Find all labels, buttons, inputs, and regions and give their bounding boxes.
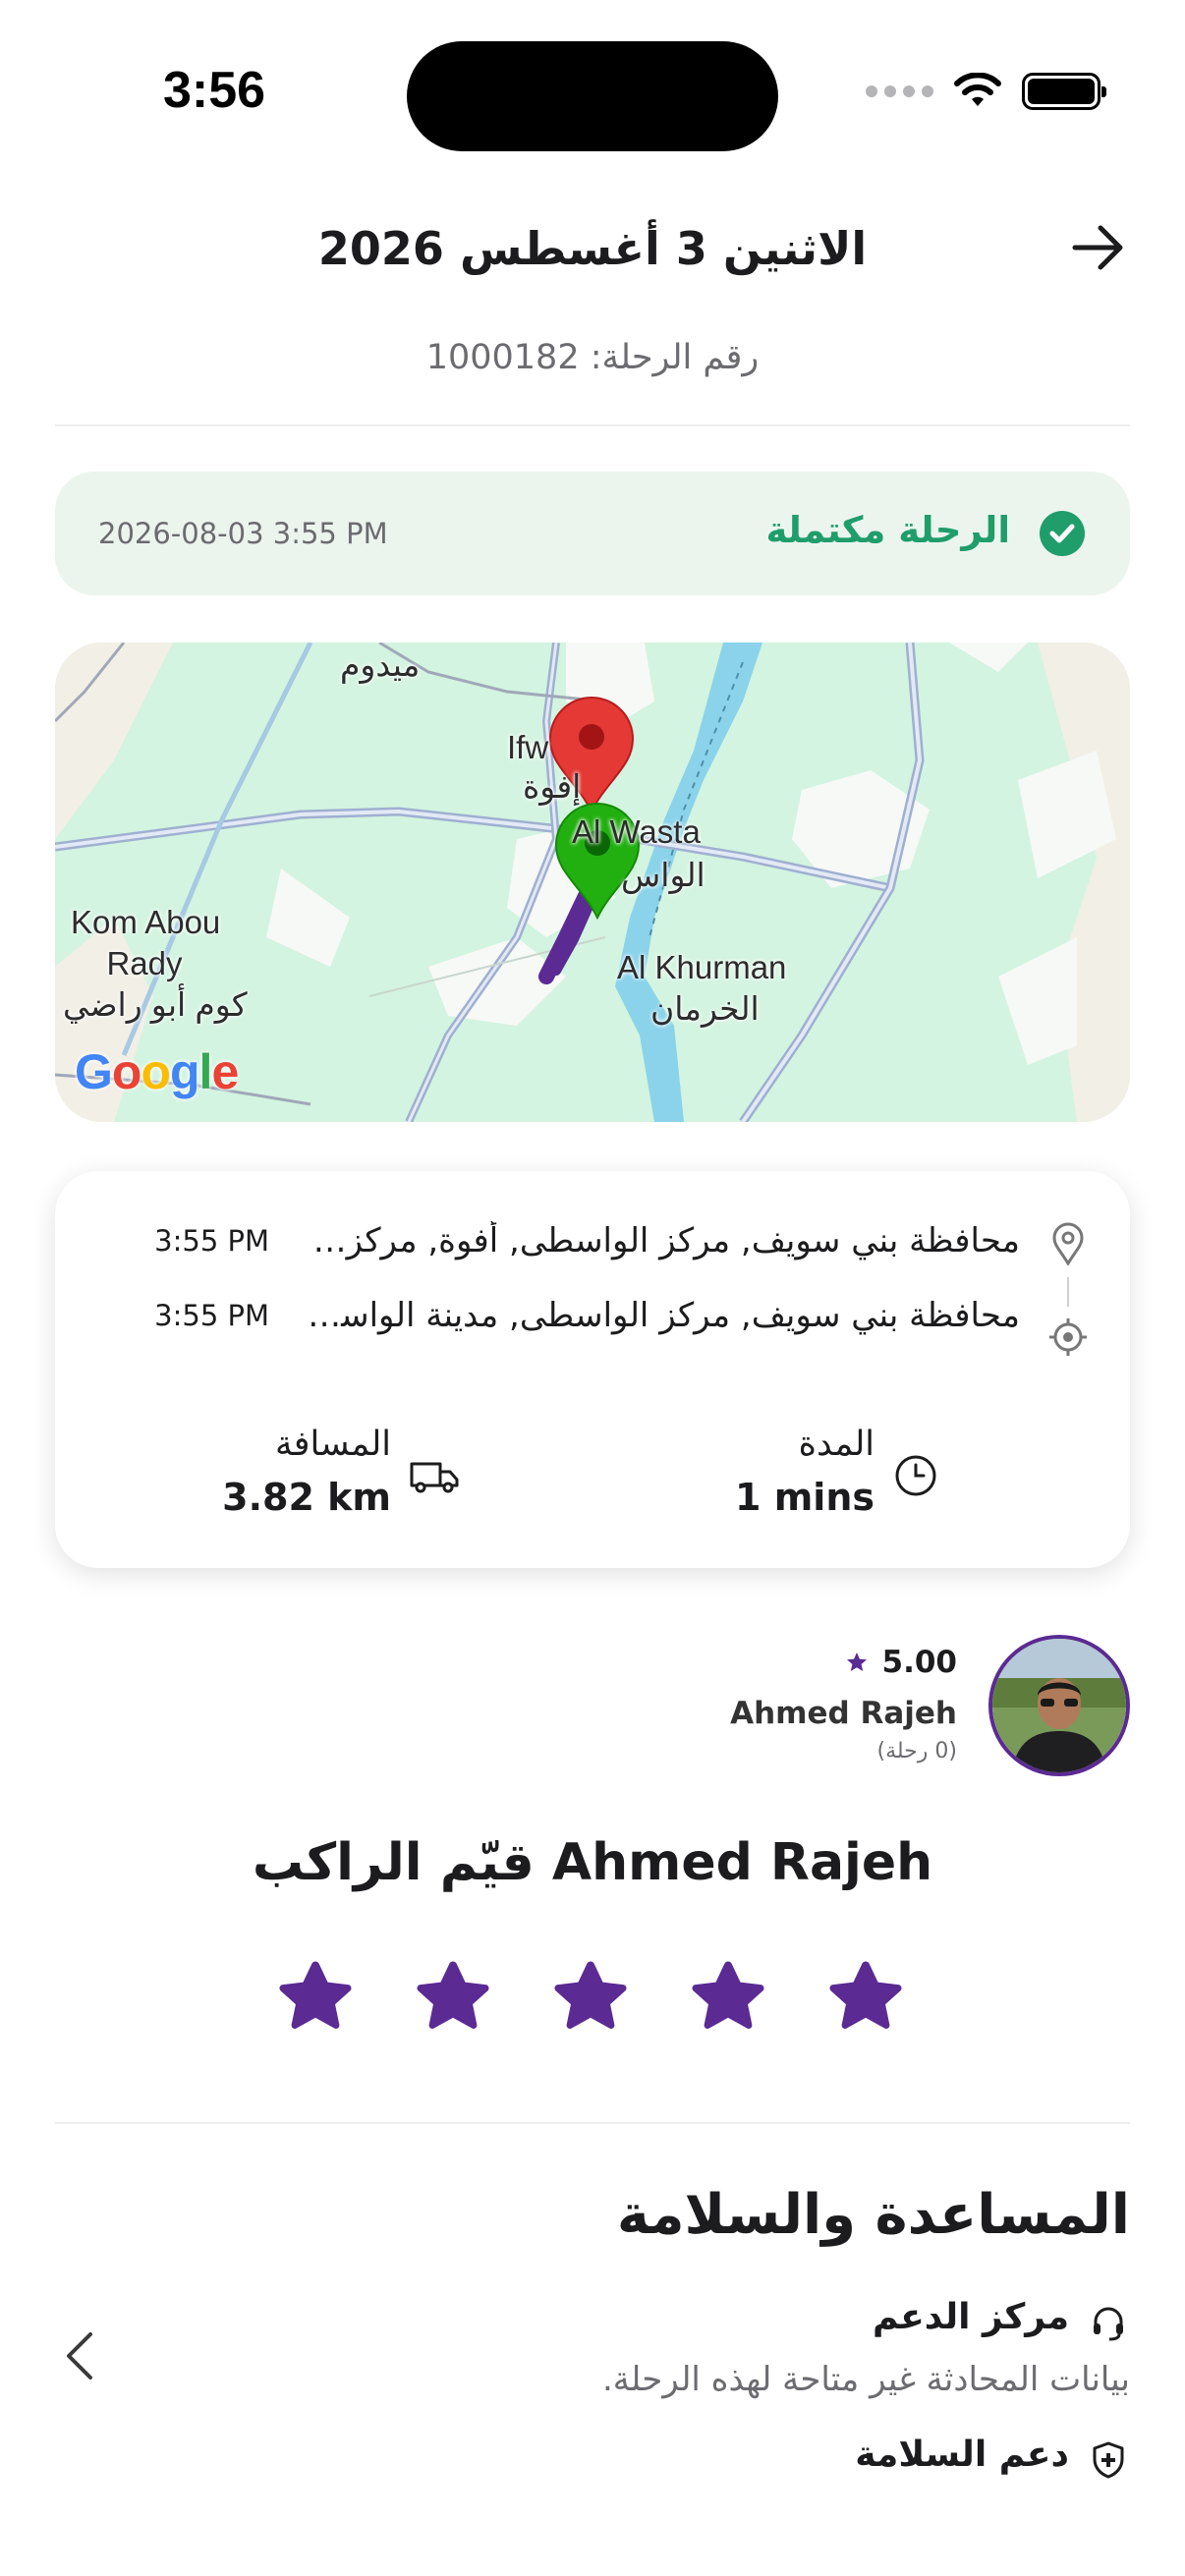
distance-label: المسافة xyxy=(274,1425,391,1464)
trip-status-timestamp: 2026-08-03 3:55 PM xyxy=(98,517,388,550)
clock-icon xyxy=(895,1455,936,1496)
chevron-left-icon[interactable] xyxy=(61,2328,100,2383)
page-title: الاثنين 3 أغسطس 2026 xyxy=(317,222,868,275)
chat-unavailable-text: بيانات المحادثة غير متاحة لهذه الرحلة. xyxy=(602,2360,1130,2399)
dynamic-island xyxy=(407,41,778,151)
rating-stars xyxy=(273,1955,908,2040)
dropoff-address: محافظة بني سويف, مركز الواسطى, مدينة الو… xyxy=(303,1296,1020,1335)
target-icon xyxy=(1049,1318,1087,1356)
rate-star-5[interactable] xyxy=(823,1955,908,2040)
duration-label: المدة xyxy=(798,1425,875,1464)
safety-support-link[interactable]: دعم السلامة xyxy=(855,2435,1069,2475)
map-label-kom-abou-en: Kom Abou Rady xyxy=(71,902,221,984)
dropoff-time: 3:55 PM xyxy=(154,1299,269,1332)
rider-trip-count: (0 رحلة) xyxy=(876,1739,957,1764)
pickup-address: محافظة بني سويف, مركز الواسطى, أفوة, مرك… xyxy=(303,1221,1020,1260)
rate-star-3[interactable] xyxy=(548,1955,633,2040)
trip-status-label: الرحلة مكتملة xyxy=(765,509,1010,551)
battery-icon xyxy=(1022,73,1106,110)
shield-icon xyxy=(1093,2441,1124,2479)
pickup-row: محافظة بني سويف, مركز الواسطى, أفوة, مرك… xyxy=(154,1216,1020,1265)
pickup-time: 3:55 PM xyxy=(154,1224,269,1258)
rate-rider-title: قيّم الراكب Ahmed Rajeh xyxy=(252,1833,933,1892)
google-logo: Google xyxy=(75,1044,239,1099)
wifi-icon xyxy=(954,73,1001,106)
map-label-al-wasta-en: Al Wasta xyxy=(572,813,701,850)
map-label-kom-abou-ar: كوم أبو راضي xyxy=(63,986,248,1023)
rider-rating: 5.00 xyxy=(845,1645,958,1680)
distance-value: 3.82 km xyxy=(222,1476,391,1519)
map-label-ifwa-ar: إفوة xyxy=(523,768,582,805)
map-label-kom-abou-line2: Rady xyxy=(106,945,183,981)
cellular-signal-icon xyxy=(866,85,933,97)
map-label-meidoum: ميدوم xyxy=(340,646,421,683)
check-circle-icon xyxy=(1040,511,1085,556)
headset-icon xyxy=(1094,2307,1123,2341)
star-icon xyxy=(846,1652,867,1671)
trip-status-banner: الرحلة مكتملة 2026-08-03 3:55 PM xyxy=(55,472,1130,595)
section-divider xyxy=(55,2122,1130,2124)
trip-details-card: محافظة بني سويف, مركز الواسطى, أفوة, مرك… xyxy=(55,1171,1130,1568)
map-label-al-wasta-ar: الواس xyxy=(621,857,705,893)
rider-rating-value: 5.00 xyxy=(881,1645,958,1680)
rider-avatar xyxy=(988,1635,1130,1776)
rate-star-4[interactable] xyxy=(686,1955,770,2040)
map-label-ifwa-en: Ifw xyxy=(507,729,549,765)
map-label-khurman-en: Al Khurman xyxy=(617,949,787,985)
status-bar-time: 3:56 xyxy=(163,62,266,119)
status-icons xyxy=(866,73,1106,110)
map-label-khurman-ar: الخرمان xyxy=(650,990,760,1027)
route-connector xyxy=(1067,1277,1069,1307)
truck-icon xyxy=(410,1462,459,1493)
rate-star-2[interactable] xyxy=(411,1955,495,2040)
location-pin-icon xyxy=(1052,1222,1084,1265)
rate-star-1[interactable] xyxy=(273,1955,358,2040)
map-label-kom-abou-line1: Kom Abou xyxy=(71,904,221,940)
trip-map[interactable]: ميدوم Ifw إفوة Al Wasta الواس Kom Abou R… xyxy=(55,643,1130,1122)
header-divider xyxy=(55,424,1130,426)
support-center-link[interactable]: مركز الدعم xyxy=(873,2297,1069,2337)
dropoff-row: محافظة بني سويف, مركز الواسطى, مدينة الو… xyxy=(154,1291,1020,1340)
trip-number: رقم الرحلة: 1000182 xyxy=(425,338,760,377)
rider-name: Ahmed Rajeh xyxy=(730,1696,957,1731)
help-safety-title: المساعدة والسلامة xyxy=(616,2183,1130,2247)
duration-value: 1 mins xyxy=(735,1476,875,1519)
